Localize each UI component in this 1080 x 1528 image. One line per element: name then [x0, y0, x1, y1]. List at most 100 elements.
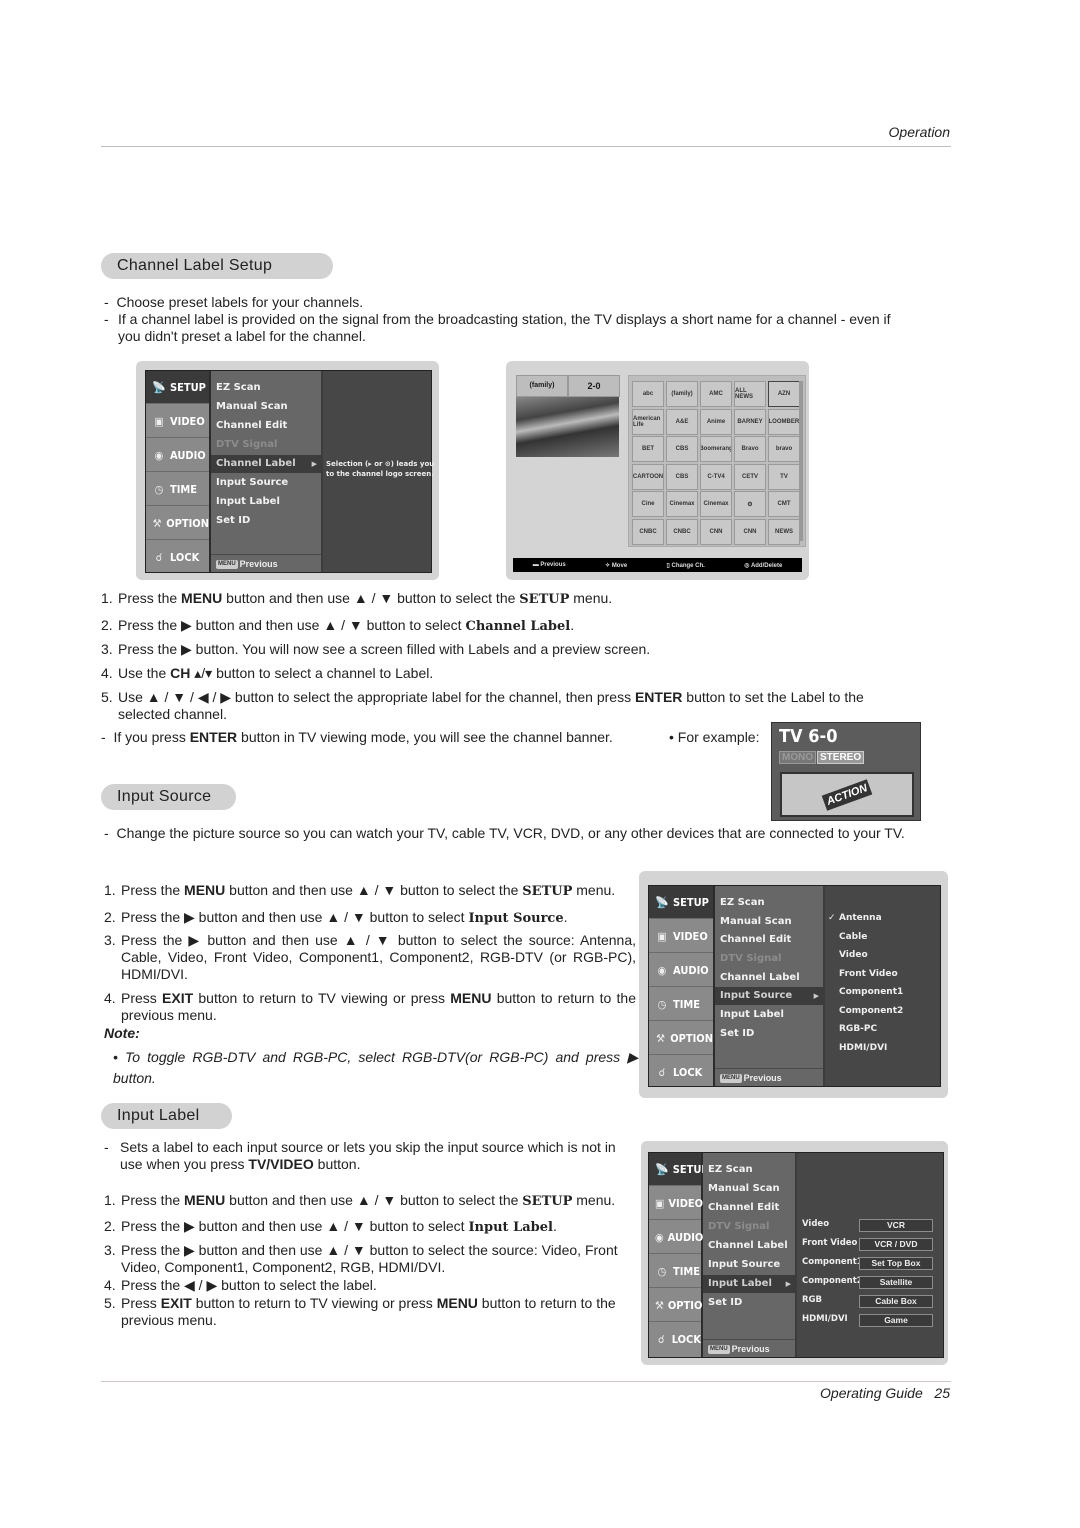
channel-logo-cell[interactable]: BLOOMBERG: [768, 408, 800, 435]
category-audio[interactable]: ◉ AUDIO: [146, 439, 209, 472]
input-label-value[interactable]: VCR: [859, 1219, 933, 1232]
category-setup[interactable]: 📡 SETUP: [649, 886, 713, 919]
menu-item-manual-scan[interactable]: Manual Scan: [211, 398, 321, 416]
category-setup[interactable]: 📡 SETUP: [146, 371, 209, 404]
channel-logo-cell[interactable]: CBS: [666, 436, 698, 462]
step-fragment: .: [570, 617, 575, 633]
channel-logo-cell[interactable]: ⚙: [734, 491, 766, 517]
menu-item-input-source[interactable]: Input Source: [715, 987, 823, 1005]
channel-logo-cell[interactable]: TV: [768, 463, 800, 490]
menu-item-channel-label[interactable]: Channel Label: [703, 1237, 795, 1255]
channel-logo-cell[interactable]: BET: [632, 436, 664, 462]
menu-previous[interactable]: MENU Previous: [703, 1339, 795, 1357]
channel-logo-cell[interactable]: Bravo: [734, 436, 766, 462]
menu-previous[interactable]: MENU Previous: [211, 554, 321, 572]
menu-item-channel-edit[interactable]: Channel Edit: [211, 417, 321, 435]
channel-logo-cell[interactable]: BARNEY: [734, 408, 766, 435]
channel-logo-cell[interactable]: A&E: [666, 408, 698, 435]
channel-logo-cell[interactable]: CNN: [734, 518, 766, 545]
menu-item-ez-scan[interactable]: EZ Scan: [211, 379, 321, 397]
menu-item-manual-scan[interactable]: Manual Scan: [703, 1180, 795, 1198]
source-option[interactable]: Front Video: [839, 969, 898, 979]
category-setup[interactable]: 📡 SETUP: [649, 1153, 709, 1186]
step-fragment: Press the: [118, 590, 182, 606]
menu-item-channel-edit[interactable]: Channel Edit: [715, 931, 823, 949]
source-option[interactable]: Component1: [839, 987, 903, 997]
menu-item-ez-scan[interactable]: EZ Scan: [715, 894, 823, 912]
menu-item-input-source[interactable]: Input Source: [703, 1256, 795, 1274]
step-item: 4. Use the CH ▴/▾ button to select a chan…: [101, 665, 891, 682]
menu-item-ez-scan[interactable]: EZ Scan: [703, 1161, 795, 1179]
category-option[interactable]: ⚒ OPTION: [146, 507, 209, 540]
menu-item-manual-scan[interactable]: Manual Scan: [715, 913, 823, 931]
input-label-value[interactable]: Game: [859, 1314, 933, 1327]
channel-logo-cell[interactable]: CBS: [666, 463, 698, 490]
channel-logo-cell[interactable]: CARTOON: [632, 463, 664, 490]
channel-logo-cell[interactable]: CNBC: [632, 518, 664, 545]
input-label-value[interactable]: Satellite: [859, 1276, 933, 1289]
menu-item-input-label[interactable]: Input Label: [715, 1006, 823, 1024]
channel-logo-cell[interactable]: CETV: [734, 463, 766, 490]
category-video[interactable]: ▣ VIDEO: [649, 920, 713, 953]
channel-logo-cell[interactable]: CMT: [768, 491, 800, 517]
menu-previous[interactable]: MENU Previous: [715, 1068, 823, 1086]
category-audio[interactable]: ◉ AUDIO: [649, 1221, 703, 1254]
channel-logo-cell[interactable]: Cinemax: [666, 491, 698, 517]
category-video[interactable]: ▣ VIDEO: [649, 1187, 703, 1220]
step-bold: SETUP: [522, 1194, 573, 1209]
channel-logo-cell[interactable]: Cinemax: [700, 491, 732, 517]
category-label: VIDEO: [170, 414, 205, 428]
menu-item-set-id[interactable]: Set ID: [703, 1294, 795, 1312]
step-fragment: Use ▲ / ▼ / ◀ / ▶ button to select the a…: [118, 689, 635, 705]
category-audio[interactable]: ◉ AUDIO: [649, 954, 713, 987]
channel-logo-cell[interactable]: AMC: [700, 381, 732, 407]
menu-item-input-label[interactable]: Input Label: [703, 1275, 795, 1293]
source-option[interactable]: Video: [839, 950, 868, 960]
step-number: 5.: [101, 689, 113, 705]
menu-item-channel-edit[interactable]: Channel Edit: [703, 1199, 795, 1217]
channel-logo-cell[interactable]: C-TV4: [700, 463, 732, 490]
menu-item-set-id[interactable]: Set ID: [715, 1025, 823, 1043]
step-fragment: menu.: [572, 882, 616, 898]
source-option[interactable]: Component2: [839, 1006, 903, 1016]
category-time[interactable]: ◷ TIME: [649, 988, 713, 1021]
category-lock[interactable]: ☌ LOCK: [649, 1323, 701, 1356]
channel-logo-cell[interactable]: CNN: [700, 518, 732, 545]
category-time[interactable]: ◷ TIME: [649, 1255, 701, 1288]
bar-label: Add/Delete: [750, 562, 783, 569]
category-option[interactable]: ⚒ OPTION: [649, 1022, 713, 1055]
category-lock[interactable]: ☌ LOCK: [146, 541, 209, 574]
menu-item-input-label[interactable]: Input Label: [211, 493, 321, 511]
input-label-value[interactable]: VCR / DVD: [859, 1238, 933, 1251]
channel-logo-cell[interactable]: American Life: [632, 408, 664, 435]
channel-logo-cell[interactable]: abc: [632, 381, 664, 407]
clock-icon: ◷: [657, 997, 667, 1011]
channel-logo-cell[interactable]: NEWS: [768, 518, 800, 545]
category-option[interactable]: ⚒ OPTION: [649, 1289, 711, 1322]
source-option[interactable]: RGB-PC: [839, 1024, 877, 1034]
channel-logo-cell[interactable]: Anime: [700, 408, 732, 435]
category-video[interactable]: ▣ VIDEO: [146, 405, 209, 438]
category-lock[interactable]: ☌ LOCK: [649, 1056, 713, 1089]
channel-logo-cell[interactable]: CNBC: [666, 518, 698, 545]
note-text: If you press: [113, 729, 190, 745]
source-option[interactable]: ✓ Antenna: [828, 913, 882, 923]
channel-logo-cell[interactable]: (family): [666, 381, 698, 407]
channel-logo-cell[interactable]: ALL NEWS: [734, 381, 766, 407]
menu-item-channel-label[interactable]: Channel Label: [715, 969, 823, 987]
menu-key-icon: MENU: [720, 1074, 742, 1084]
input-label-value[interactable]: Cable Box: [859, 1295, 933, 1308]
channel-logo-cell[interactable]: Cine: [632, 491, 664, 517]
source-option[interactable]: Cable: [839, 932, 867, 942]
category-time[interactable]: ◷ TIME: [146, 473, 209, 506]
menu-item-set-id[interactable]: Set ID: [211, 512, 321, 530]
menu-item-input-source[interactable]: Input Source: [211, 474, 321, 492]
logo-grid-scrollbar[interactable]: [799, 381, 803, 541]
step-fragment: Press the ▶ button and then use ▲ / ▼ bu…: [118, 617, 466, 633]
channel-logo-cell[interactable]: Boomerang: [700, 436, 732, 462]
menu-item-channel-label[interactable]: Channel Label: [211, 455, 321, 473]
channel-logo-cell[interactable]: AZN: [768, 381, 800, 407]
channel-logo-cell[interactable]: bravo: [768, 436, 800, 462]
input-label-value[interactable]: Set Top Box: [859, 1257, 933, 1270]
source-option[interactable]: HDMI/DVI: [839, 1043, 887, 1053]
